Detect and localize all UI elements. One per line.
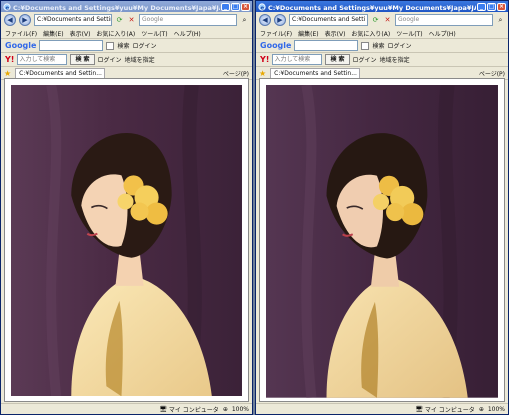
tab-document[interactable]: C:¥Documents and Settin... bbox=[270, 67, 361, 79]
window-title: C:¥Documents and Settings¥yuu¥My Documen… bbox=[268, 3, 476, 12]
yahoo-logo: Y! bbox=[5, 55, 15, 64]
address-input[interactable]: C:¥Documents and Setti bbox=[289, 14, 368, 26]
google-search-label[interactable]: 検索 bbox=[117, 41, 129, 50]
google-search-icon[interactable] bbox=[361, 41, 370, 50]
google-search-icon[interactable] bbox=[106, 41, 115, 50]
yahoo-map-label[interactable]: 地域を指定 bbox=[380, 55, 410, 64]
yahoo-map-label[interactable]: 地域を指定 bbox=[125, 55, 155, 64]
search-icon[interactable]: ⌕ bbox=[240, 16, 249, 25]
google-toolbar-input[interactable] bbox=[39, 40, 104, 51]
refresh-icon[interactable]: ⟳ bbox=[371, 16, 380, 25]
security-zone: 🖥 マイ コンピュータ bbox=[159, 405, 219, 414]
search-input[interactable]: Google bbox=[395, 14, 493, 26]
close-button[interactable]: × bbox=[497, 2, 506, 11]
page-menu[interactable]: ページ(P) bbox=[479, 69, 505, 78]
menu-favorites[interactable]: お気に入り(A) bbox=[96, 29, 135, 38]
menu-tools[interactable]: ツール(T) bbox=[141, 29, 167, 38]
minimize-button[interactable]: _ bbox=[221, 2, 230, 11]
menu-file[interactable]: ファイル(F) bbox=[5, 29, 37, 38]
menu-file[interactable]: ファイル(F) bbox=[260, 29, 292, 38]
yahoo-search-button[interactable]: 検 索 bbox=[70, 54, 95, 65]
search-input[interactable]: Google bbox=[139, 14, 237, 26]
google-logo: Google bbox=[5, 41, 37, 50]
google-login-label[interactable]: ログイン bbox=[132, 41, 156, 50]
address-bar: ◀ ▶ C:¥Documents and Settings ⟳ ✕ Google… bbox=[1, 12, 252, 28]
portrait-photo bbox=[11, 85, 242, 397]
google-toolbar: Google 検索 ログイン bbox=[256, 39, 508, 53]
page-content bbox=[4, 78, 249, 402]
computer-icon: 🖥 bbox=[159, 405, 167, 413]
zoom-level[interactable]: 100% bbox=[232, 406, 249, 413]
menu-help[interactable]: ヘルプ(H) bbox=[429, 29, 456, 38]
browser-window-left: e C:¥Documents and Settings¥yuu¥My Docum… bbox=[0, 0, 253, 415]
computer-icon: 🖥 bbox=[415, 405, 423, 413]
zoom-icon: ⊕ bbox=[478, 405, 484, 413]
maximize-button[interactable]: □ bbox=[487, 2, 496, 11]
title-bar[interactable]: e C:¥Documents and Settings¥yuu¥My Docum… bbox=[1, 1, 252, 12]
minimize-button[interactable]: _ bbox=[477, 2, 486, 11]
tab-document[interactable]: C:¥Documents and Settin... bbox=[15, 67, 106, 79]
ie-icon: e bbox=[258, 2, 266, 11]
security-zone: 🖥 マイ コンピュータ bbox=[415, 405, 475, 414]
svg-text:e: e bbox=[5, 5, 9, 11]
stop-icon[interactable]: ✕ bbox=[383, 16, 392, 25]
star-icon[interactable]: ★ bbox=[4, 69, 11, 78]
refresh-icon[interactable]: ⟳ bbox=[115, 16, 124, 25]
status-zone-label: マイ コンピュータ bbox=[168, 406, 219, 414]
close-button[interactable]: × bbox=[241, 2, 250, 11]
menu-view[interactable]: 表示(V) bbox=[70, 29, 91, 38]
yahoo-toolbar: Y! 入力して検索 検 索 ログイン 地域を指定 bbox=[1, 53, 252, 67]
menu-view[interactable]: 表示(V) bbox=[325, 29, 346, 38]
menu-edit[interactable]: 編集(E) bbox=[43, 29, 63, 38]
zoom-level[interactable]: 100% bbox=[488, 406, 505, 413]
title-bar[interactable]: e C:¥Documents and Settings¥yuu¥My Docum… bbox=[256, 1, 508, 12]
status-bar: 🖥 マイ コンピュータ ⊕ 100% bbox=[1, 403, 252, 414]
forward-icon[interactable]: ▶ bbox=[19, 14, 31, 26]
browser-window-right: e C:¥Documents and Settings¥yuu¥My Docum… bbox=[255, 0, 509, 415]
maximize-button[interactable]: □ bbox=[231, 2, 240, 11]
yahoo-search-button[interactable]: 検 索 bbox=[325, 54, 350, 65]
menu-tools[interactable]: ツール(T) bbox=[396, 29, 422, 38]
zoom-icon: ⊕ bbox=[222, 405, 228, 413]
google-toolbar: Google 検索 ログイン bbox=[1, 39, 252, 53]
menu-edit[interactable]: 編集(E) bbox=[298, 29, 318, 38]
forward-icon[interactable]: ▶ bbox=[274, 14, 286, 26]
menu-bar: ファイル(F) 編集(E) 表示(V) お気に入り(A) ツール(T) ヘルプ(… bbox=[256, 28, 508, 39]
portrait-photo bbox=[266, 85, 498, 398]
google-logo: Google bbox=[260, 41, 292, 50]
back-icon[interactable]: ◀ bbox=[4, 14, 16, 26]
google-search-label[interactable]: 検索 bbox=[372, 41, 384, 50]
address-input[interactable]: C:¥Documents and Settings bbox=[34, 14, 112, 26]
menu-bar: ファイル(F) 編集(E) 表示(V) お気に入り(A) ツール(T) ヘルプ(… bbox=[1, 28, 252, 39]
stop-icon[interactable]: ✕ bbox=[127, 16, 136, 25]
page-content bbox=[259, 78, 505, 402]
page-menu[interactable]: ページ(P) bbox=[223, 69, 249, 78]
ie-icon: e bbox=[3, 2, 11, 11]
address-bar: ◀ ▶ C:¥Documents and Setti ⟳ ✕ Google ⌕ bbox=[256, 12, 508, 28]
yahoo-toolbar: Y! 入力して検索 検 索 ログイン 地域を指定 bbox=[256, 53, 508, 67]
yahoo-login-label[interactable]: ログイン bbox=[98, 55, 122, 64]
menu-help[interactable]: ヘルプ(H) bbox=[174, 29, 201, 38]
yahoo-search-input[interactable]: 入力して検索 bbox=[272, 54, 323, 65]
status-bar: 🖥 マイ コンピュータ ⊕ 100% bbox=[256, 403, 508, 414]
search-icon[interactable]: ⌕ bbox=[496, 16, 505, 25]
yahoo-logo: Y! bbox=[260, 55, 270, 64]
status-zone-label: マイ コンピュータ bbox=[424, 406, 475, 414]
svg-text:e: e bbox=[260, 5, 264, 11]
yahoo-search-input[interactable]: 入力して検索 bbox=[17, 54, 68, 65]
yahoo-login-label[interactable]: ログイン bbox=[353, 55, 377, 64]
window-title: C:¥Documents and Settings¥yuu¥My Documen… bbox=[13, 3, 220, 12]
google-toolbar-input[interactable] bbox=[294, 40, 359, 51]
back-icon[interactable]: ◀ bbox=[259, 14, 271, 26]
menu-favorites[interactable]: お気に入り(A) bbox=[351, 29, 390, 38]
google-login-label[interactable]: ログイン bbox=[387, 41, 411, 50]
star-icon[interactable]: ★ bbox=[259, 69, 266, 78]
